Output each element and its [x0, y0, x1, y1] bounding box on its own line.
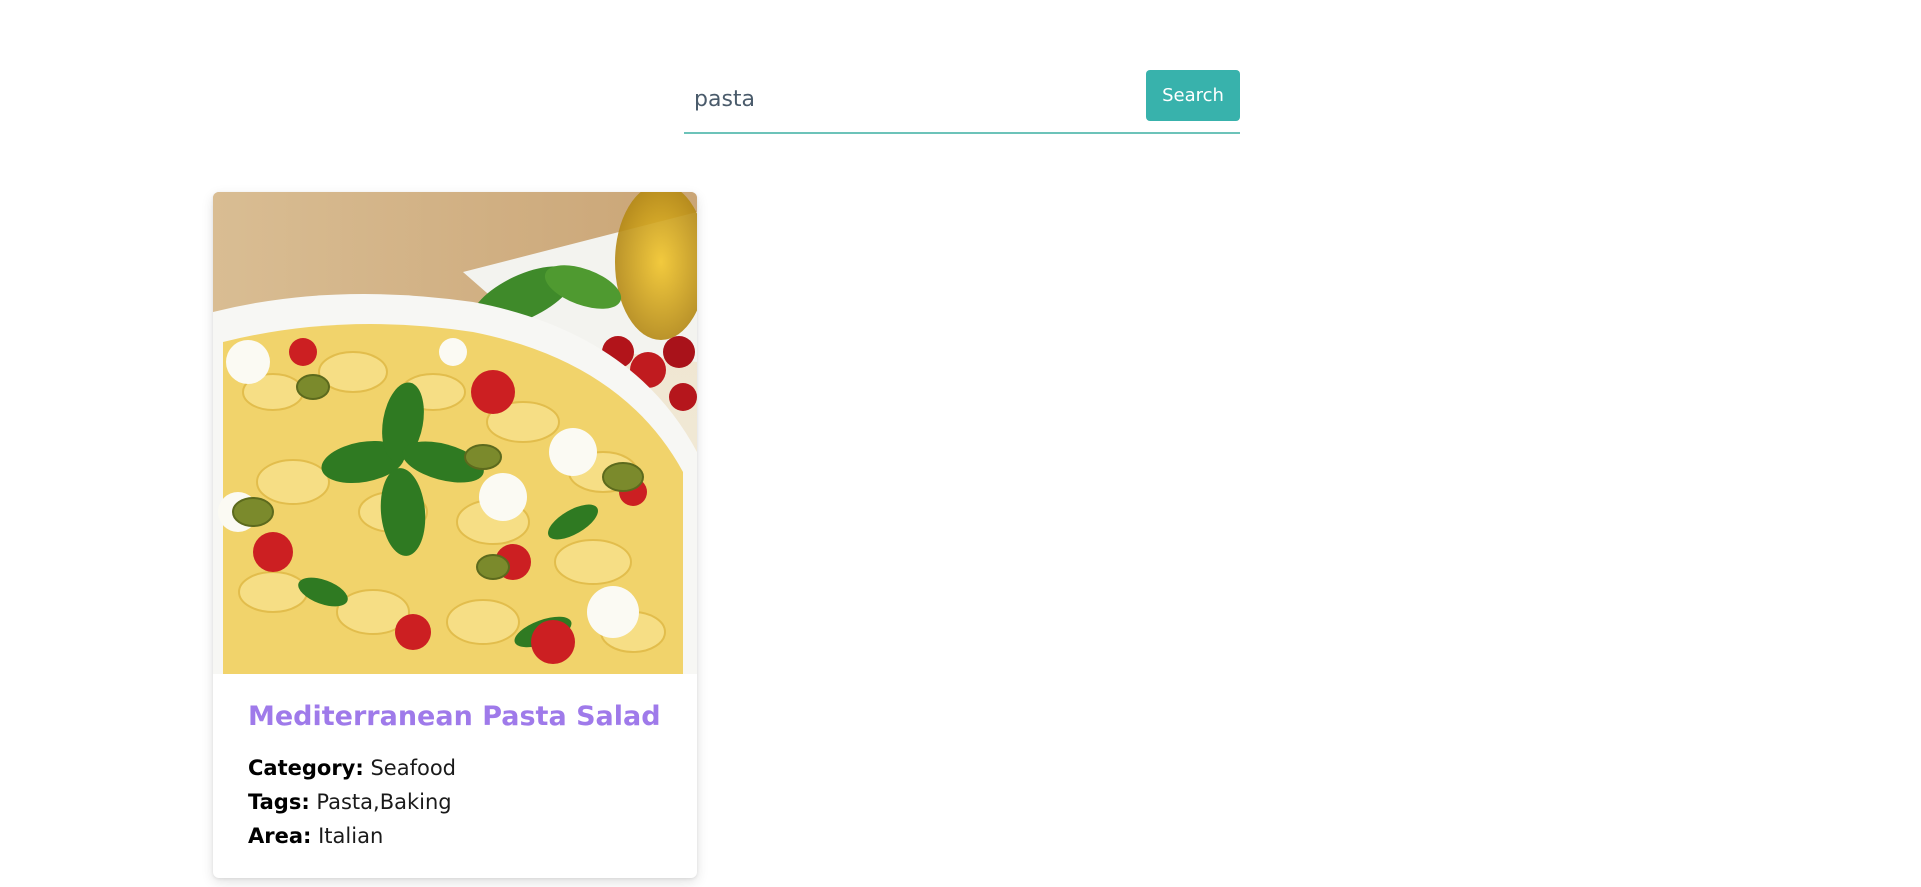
tags-value: Pasta,Baking — [316, 790, 452, 814]
category-value: Seafood — [370, 756, 457, 780]
tags-label: Tags: — [248, 790, 310, 814]
pasta-salad-photo — [213, 192, 697, 674]
category-label: Category: — [248, 756, 364, 780]
recipe-title[interactable]: Mediterranean Pasta Salad — [248, 700, 662, 734]
recipe-area-row: Area: Italian — [248, 819, 662, 853]
search-button[interactable]: Search — [1146, 70, 1240, 121]
area-value: Italian — [318, 824, 384, 848]
area-label: Area: — [248, 824, 312, 848]
recipe-card[interactable]: Mediterranean Pasta Salad Category: Seaf… — [213, 192, 697, 878]
recipe-card-body: Mediterranean Pasta Salad Category: Seaf… — [213, 674, 697, 853]
search-input[interactable] — [684, 70, 1144, 128]
recipe-tags-row: Tags: Pasta,Baking — [248, 785, 662, 819]
recipe-category-row: Category: Seafood — [248, 751, 662, 785]
recipe-image[interactable] — [213, 192, 697, 674]
search-bar: Search — [684, 68, 1240, 134]
